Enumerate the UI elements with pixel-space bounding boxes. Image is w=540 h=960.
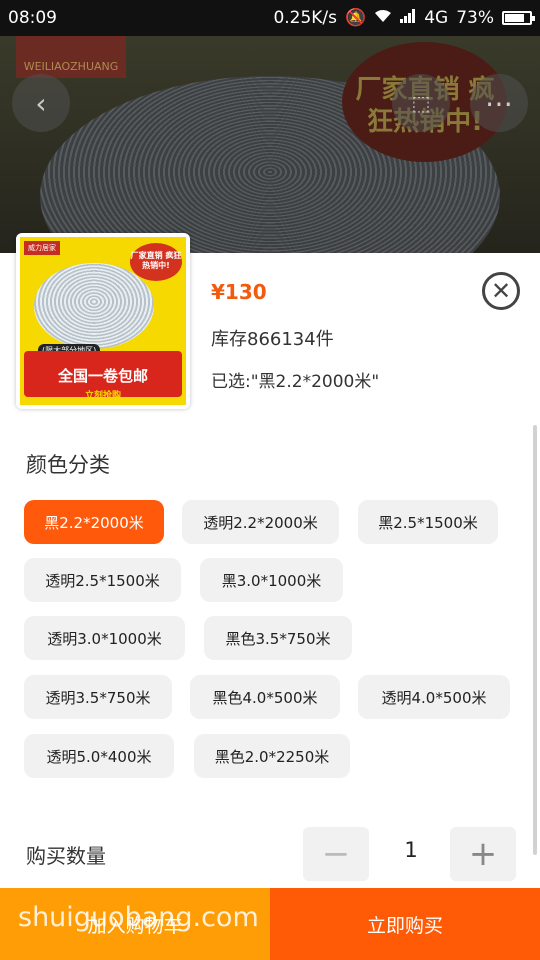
option-group-title: 颜色分类 xyxy=(26,453,110,477)
thumbnail-coil xyxy=(34,263,154,349)
stock-count: 库存866134件 xyxy=(211,329,334,350)
scrollbar[interactable] xyxy=(533,425,537,855)
product-thumbnail: 威力居家 厂家直销 疯狂热销中! (限大部分地区) 全国一卷包邮 立刻抢购 xyxy=(16,233,190,409)
brand-logo: WEILIAOZHUANG xyxy=(16,36,126,78)
battery-fill xyxy=(505,14,524,22)
option-chip[interactable]: 黑2.5*1500米 xyxy=(358,500,498,544)
option-chip[interactable]: 透明5.0*400米 xyxy=(24,734,174,778)
battery-icon xyxy=(502,11,535,25)
product-price: ¥130 xyxy=(211,280,267,304)
quantity-increase-button[interactable]: + xyxy=(450,827,516,881)
battery-percent: 73% xyxy=(456,8,494,28)
quantity-label: 购买数量 xyxy=(26,844,106,868)
thumbnail-banner: 全国一卷包邮 立刻抢购 xyxy=(24,351,182,401)
share-button[interactable]: ⬚ xyxy=(392,74,450,132)
status-time: 08:09 xyxy=(8,8,57,28)
option-chip[interactable]: 透明3.0*1000米 xyxy=(24,616,185,660)
option-chip[interactable]: 黑2.2*2000米 xyxy=(24,500,164,544)
option-chip[interactable]: 透明2.5*1500米 xyxy=(24,558,181,602)
signal-icon xyxy=(400,8,416,28)
option-chip[interactable]: 透明4.0*500米 xyxy=(358,675,510,719)
wifi-icon xyxy=(374,8,392,28)
network-speed: 0.25K/s xyxy=(273,8,338,28)
option-chip[interactable]: 黑色2.0*2250米 xyxy=(194,734,350,778)
option-chip[interactable]: 黑色3.5*750米 xyxy=(204,616,352,660)
thumbnail-banner-text: 全国一卷包邮 xyxy=(57,367,148,385)
status-indicators: 0.25K/s 🔕 4G 73% xyxy=(273,8,535,28)
thumbnail-logo: 威力居家 xyxy=(24,241,60,255)
buy-now-button[interactable]: 立即购买 xyxy=(270,888,540,960)
quantity-value[interactable]: 1 xyxy=(378,838,444,862)
network-type: 4G xyxy=(424,8,449,28)
site-watermark: shuiguobang.com xyxy=(18,902,259,933)
quantity-decrease-button[interactable]: − xyxy=(303,827,369,881)
back-button[interactable]: ‹ xyxy=(12,74,70,132)
product-image-background: WEILIAOZHUANG 厂家直销 疯狂热销中! ‹ ⬚ ⋯ xyxy=(0,36,540,256)
mute-icon: 🔕 xyxy=(345,8,367,28)
thumbnail-badge: 厂家直销 疯狂热销中! xyxy=(130,243,182,281)
close-icon[interactable]: ✕ xyxy=(482,272,520,310)
option-chip[interactable]: 黑色4.0*500米 xyxy=(190,675,340,719)
more-button[interactable]: ⋯ xyxy=(470,74,528,132)
option-chip[interactable]: 黑3.0*1000米 xyxy=(200,558,343,602)
option-chip[interactable]: 透明2.2*2000米 xyxy=(182,500,339,544)
thumbnail-image: 威力居家 厂家直销 疯狂热销中! (限大部分地区) 全国一卷包邮 立刻抢购 xyxy=(20,237,186,405)
selected-variant: 已选:"黑2.2*2000米" xyxy=(211,372,380,392)
thumbnail-sub: 立刻抢购 xyxy=(84,391,121,401)
status-bar: 08:09 0.25K/s 🔕 4G 73% xyxy=(0,0,540,36)
option-chip[interactable]: 透明3.5*750米 xyxy=(24,675,172,719)
